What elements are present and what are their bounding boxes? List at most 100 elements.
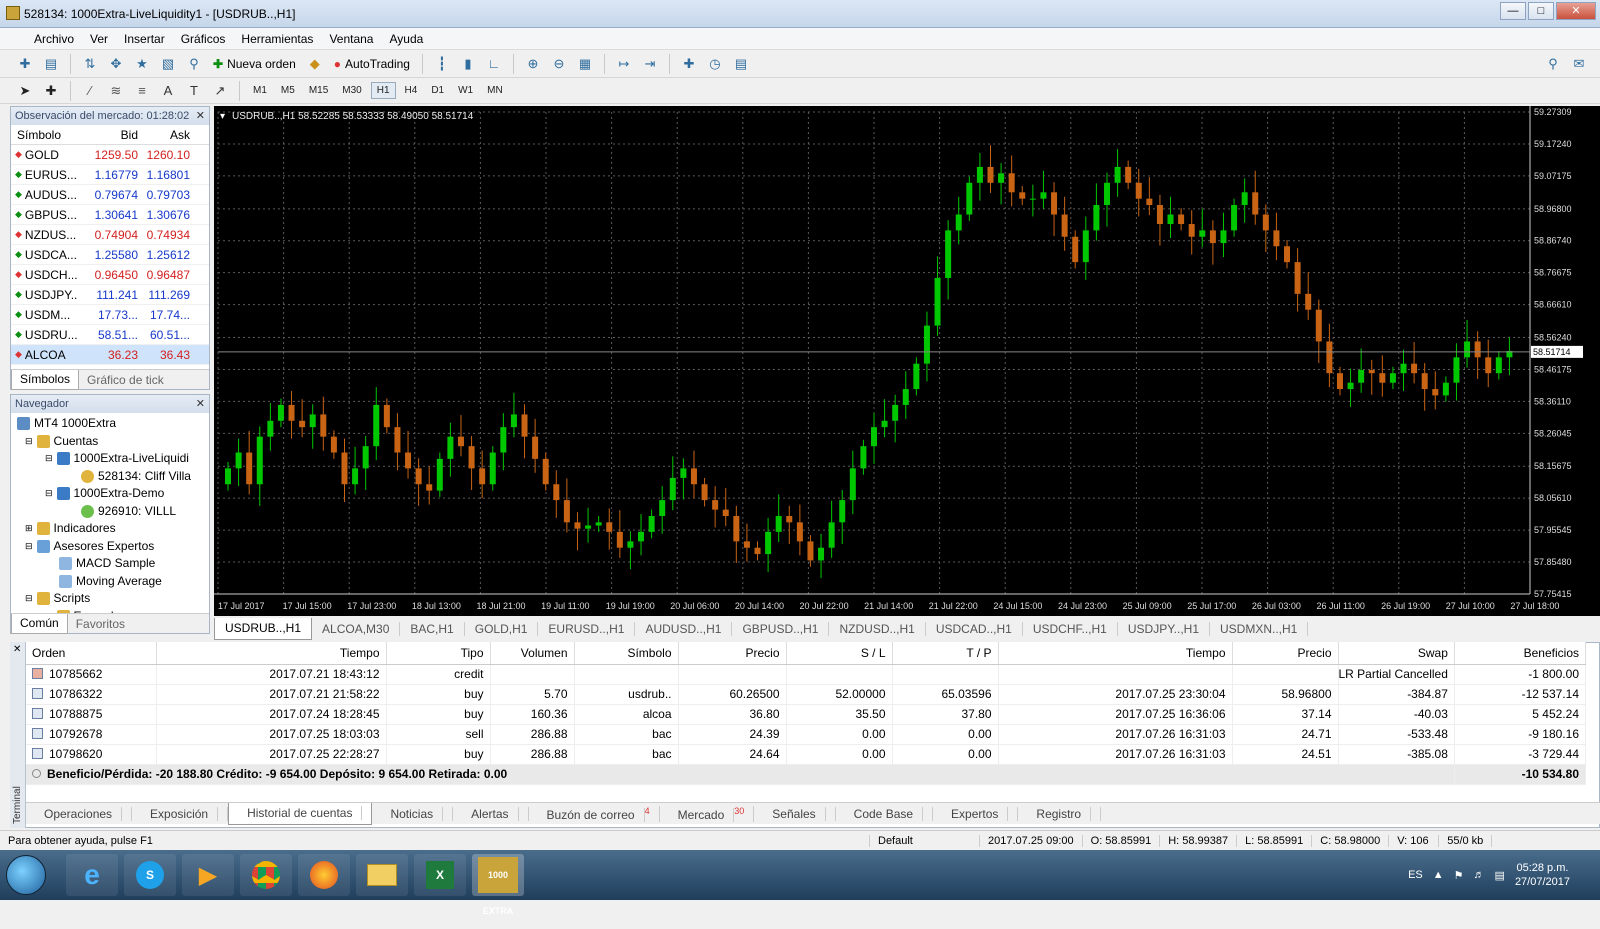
market-watch-row[interactable]: ◆ USDRU... 58.51... 60.51... <box>11 325 209 345</box>
profiles-icon[interactable]: ▤ <box>40 53 62 75</box>
col-price[interactable]: Precio <box>678 642 787 665</box>
col-ask[interactable]: Ask <box>141 128 193 142</box>
new-order-button[interactable]: ✚ Nueva orden <box>209 53 300 75</box>
table-row[interactable]: 10785662 2017.07.21 18:43:12 credit LR Part… <box>26 664 1587 685</box>
market-watch-row[interactable]: ◆ ALCOA 36.23 36.43 <box>11 345 209 365</box>
chart-tab[interactable]: AUDUSD..,H1 <box>635 622 733 636</box>
terminal-tab[interactable]: Operaciones <box>26 806 133 821</box>
table-row[interactable]: 10786322 2017.07.21 21:58:22 buy 5.70 usdrub… <box>26 684 1587 705</box>
menu-archivo[interactable]: Archivo <box>34 32 74 46</box>
maximize-button[interactable]: □ <box>1528 2 1554 20</box>
terminal-tab[interactable]: Exposición <box>132 806 229 821</box>
tree-moving-average[interactable]: Moving Average <box>11 573 209 591</box>
market-watch-row[interactable]: ◆ AUDUS... 0.79674 0.79703 <box>11 185 209 205</box>
line-chart-icon[interactable]: ∟ <box>483 53 505 75</box>
tf-mn[interactable]: MN <box>482 83 508 98</box>
trendline-icon[interactable]: ∕ <box>79 80 101 102</box>
meta-editor-icon[interactable]: ◆ <box>304 53 326 75</box>
start-button[interactable] <box>6 855 46 895</box>
new-chart-icon[interactable]: ✚ <box>14 53 36 75</box>
network-icon[interactable]: ▤ <box>1495 869 1505 882</box>
cursor-icon[interactable]: ➤ <box>14 80 36 102</box>
col-sl[interactable]: S / L <box>786 642 893 665</box>
text-icon[interactable]: A <box>157 80 179 102</box>
menu-ayuda[interactable]: Ayuda <box>389 32 423 46</box>
arrows-icon[interactable]: ↗ <box>209 80 231 102</box>
tab-common[interactable]: Común <box>11 613 68 634</box>
show-hidden-icon[interactable]: ▲ <box>1433 869 1444 881</box>
tab-favorites[interactable]: Favoritos <box>68 617 133 631</box>
terminal-tab[interactable]: Noticias <box>372 806 454 821</box>
chart-tab[interactable]: GOLD,H1 <box>465 622 539 636</box>
tf-m15[interactable]: M15 <box>304 83 333 98</box>
chrome-icon[interactable] <box>240 854 292 896</box>
minimize-button[interactable]: — <box>1500 2 1526 20</box>
table-row[interactable]: 10798620 2017.07.25 22:28:27 buy 286.88 bac 2… <box>26 744 1587 765</box>
crosshair-icon[interactable]: ✚ <box>40 80 62 102</box>
market-watch-row[interactable]: ◆ USDM... 17.73... 17.74... <box>11 305 209 325</box>
skype-icon[interactable]: S <box>124 854 176 896</box>
col-symbol[interactable]: Símbolo <box>11 128 87 142</box>
col-order[interactable]: Orden <box>26 642 157 665</box>
tree-account-live[interactable]: 528134: Cliff Villa <box>11 468 209 486</box>
col-type[interactable]: Tipo <box>386 642 491 665</box>
chat-icon[interactable]: ✉ <box>1568 53 1590 75</box>
chart-tab[interactable]: ALCOA,M30 <box>312 622 401 636</box>
tf-d1[interactable]: D1 <box>426 83 449 98</box>
tree-accounts[interactable]: ⊟ Cuentas <box>11 433 209 451</box>
navigator-icon[interactable]: ★ <box>131 53 153 75</box>
table-row[interactable]: 10792678 2017.07.25 18:03:03 sell 286.88 bac… <box>26 724 1587 745</box>
autoscroll-icon[interactable]: ↦ <box>613 53 635 75</box>
col-bid[interactable]: Bid <box>87 128 141 142</box>
volume-icon[interactable]: ♬ <box>1474 869 1485 881</box>
chart-window[interactable]: 59.27309 59.17240 59.07175 58.96800 58.86740… <box>214 106 1600 616</box>
tf-h4[interactable]: H4 <box>400 83 423 98</box>
market-watch-row[interactable]: ◆ NZDUS... 0.74904 0.74934 <box>11 225 209 245</box>
terminal-tab[interactable]: Mercado 30 <box>660 805 755 822</box>
table-row[interactable]: 10788875 2017.07.24 18:28:45 buy 160.36 alco… <box>26 704 1587 725</box>
menu-graficos[interactable]: Gráficos <box>181 32 226 46</box>
market-watch-row[interactable]: ◆ GBPUS... 1.30641 1.30676 <box>11 205 209 225</box>
col-symbol[interactable]: Símbolo <box>574 642 679 665</box>
zoom-in-icon[interactable]: ⊕ <box>522 53 544 75</box>
col-profit[interactable]: Beneficios <box>1454 642 1587 665</box>
tree-server-demo[interactable]: ⊟ 1000Extra-Demo <box>11 485 209 503</box>
price-chart[interactable]: 59.27309 59.17240 59.07175 58.96800 58.86740… <box>214 106 1600 616</box>
tf-m1[interactable]: M1 <box>248 83 272 98</box>
label-icon[interactable]: T <box>183 80 205 102</box>
close-button[interactable]: ✕ <box>1556 2 1596 20</box>
col-time[interactable]: Tiempo <box>156 642 387 665</box>
chart-tab[interactable]: NZDUSD..,H1 <box>829 622 926 636</box>
tf-h1[interactable]: H1 <box>370 82 396 99</box>
templates-icon[interactable]: ▤ <box>730 53 752 75</box>
chart-tab[interactable]: USDCAD..,H1 <box>926 622 1023 636</box>
col-swap[interactable]: Swap <box>1338 642 1455 665</box>
menu-insertar[interactable]: Insertar <box>124 32 165 46</box>
terminal-tab[interactable]: Historial de cuentas <box>228 802 373 825</box>
indicators-icon[interactable]: ✚ <box>678 53 700 75</box>
market-watch-row[interactable]: ◆ USDJPY.. 111.241 111.269 <box>11 285 209 305</box>
chart-tab[interactable]: GBPUSD..,H1 <box>732 622 830 636</box>
tree-root[interactable]: MT4 1000Extra <box>11 415 209 433</box>
language-indicator[interactable]: ES <box>1408 869 1423 881</box>
zoom-out-icon[interactable]: ⊖ <box>548 53 570 75</box>
periods-icon[interactable]: ◷ <box>704 53 726 75</box>
tree-account-demo[interactable]: 926910: VILLL <box>11 503 209 521</box>
tree-macd-sample[interactable]: MACD Sample <box>11 555 209 573</box>
tf-m5[interactable]: M5 <box>276 83 300 98</box>
tf-w1[interactable]: W1 <box>453 83 478 98</box>
chart-shift-icon[interactable]: ⇥ <box>639 53 661 75</box>
autotrading-button[interactable]: ● AutoTrading <box>330 53 414 75</box>
chart-tab[interactable]: USDRUB..,H1 <box>214 618 313 640</box>
terminal-tab[interactable]: Alertas <box>453 806 529 821</box>
flag-icon[interactable]: ⚑ <box>1454 869 1464 882</box>
mt4-taskbar-button[interactable]: 1000 EXTRA <box>472 854 524 916</box>
market-watch-row[interactable]: ◆ EURUS... 1.16779 1.16801 <box>11 165 209 185</box>
explorer-icon[interactable] <box>356 854 408 896</box>
market-watch-icon[interactable]: ⇅ <box>79 53 101 75</box>
search-icon[interactable]: ⚲ <box>1542 53 1564 75</box>
close-icon[interactable]: ✕ <box>196 395 205 413</box>
tree-server-live[interactable]: ⊟ 1000Extra-LiveLiquidi <box>11 450 209 468</box>
media-player-icon[interactable]: ▶ <box>182 854 234 896</box>
chart-tab[interactable]: EURUSD..,H1 <box>538 622 636 636</box>
